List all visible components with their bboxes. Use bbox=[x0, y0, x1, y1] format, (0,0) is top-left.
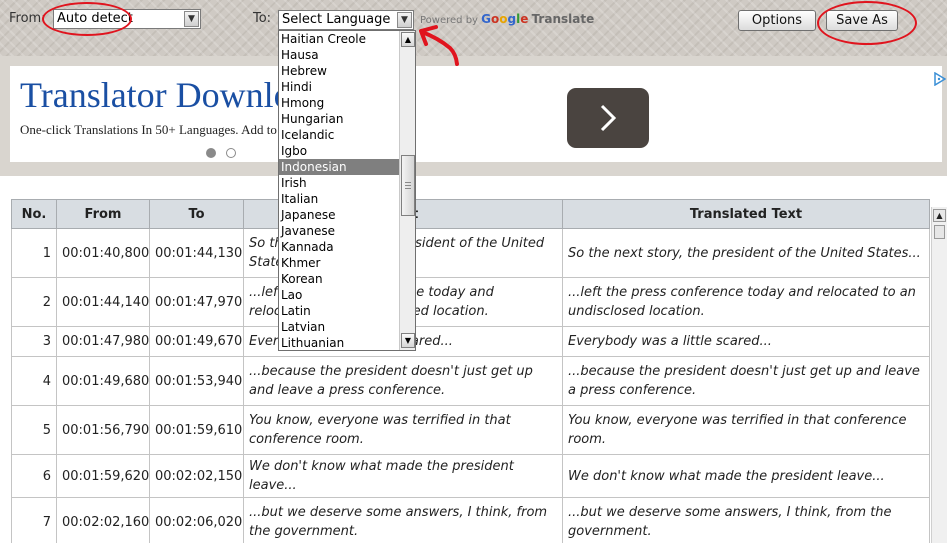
arrow-up-icon[interactable]: ▲ bbox=[401, 32, 415, 47]
cell-no: 4 bbox=[11, 356, 57, 406]
table-row[interactable]: 5 00:01:56,790 00:01:59,610 You know, ev… bbox=[11, 405, 930, 455]
cell-translated-text[interactable]: Everybody was a little scared... bbox=[562, 326, 930, 357]
cell-from[interactable]: 00:02:02,160 bbox=[56, 497, 150, 543]
language-option[interactable]: Icelandic bbox=[279, 127, 399, 143]
table-row[interactable]: 7 00:02:02,160 00:02:06,020 ...but we de… bbox=[11, 497, 930, 543]
ad-title[interactable]: Translator Download bbox=[20, 74, 282, 116]
chevron-right-icon[interactable] bbox=[567, 88, 649, 148]
language-option[interactable]: Hungarian bbox=[279, 111, 399, 127]
language-dropdown-list[interactable]: Haitian Creole Hausa Hebrew Hindi Hmong … bbox=[278, 30, 416, 351]
from-label: From: bbox=[9, 11, 46, 26]
cell-no: 6 bbox=[11, 454, 57, 498]
language-option[interactable]: Hausa bbox=[279, 47, 399, 63]
cell-to[interactable]: 00:01:49,670 bbox=[149, 326, 244, 357]
language-option[interactable]: Latin bbox=[279, 303, 399, 319]
table-row[interactable]: 6 00:01:59,620 00:02:02,150 We don't kno… bbox=[11, 454, 930, 498]
ad-banner[interactable]: Translator Download One-click Translatio… bbox=[10, 66, 947, 162]
cell-from[interactable]: 00:01:47,980 bbox=[56, 326, 150, 357]
cell-text[interactable]: We don't know what made the president le… bbox=[243, 454, 563, 498]
to-label: To: bbox=[253, 11, 272, 26]
dropdown-scrollbar[interactable]: ▲ ▼ bbox=[399, 31, 415, 350]
cell-to[interactable]: 00:01:53,940 bbox=[149, 356, 244, 406]
annotation-arrow-icon bbox=[419, 25, 459, 66]
chevron-down-icon[interactable]: ▼ bbox=[397, 12, 412, 28]
cell-to[interactable]: 00:02:02,150 bbox=[149, 454, 244, 498]
cell-translated-text[interactable]: ...but we deserve some answers, I think,… bbox=[562, 497, 930, 543]
language-option[interactable]: Khmer bbox=[279, 255, 399, 271]
language-option-selected[interactable]: Indonesian bbox=[279, 159, 399, 175]
language-option[interactable]: Japanese bbox=[279, 207, 399, 223]
header-from[interactable]: From bbox=[56, 199, 150, 229]
subtitle-table-panel: No. From To Text Translated Text 1 00:01… bbox=[0, 176, 947, 543]
table-header-row: No. From To Text Translated Text bbox=[11, 199, 930, 229]
to-language-select[interactable]: Select Language ▼ bbox=[278, 10, 414, 30]
cell-no: 3 bbox=[11, 326, 57, 357]
cell-text[interactable]: You know, everyone was terrified in that… bbox=[243, 405, 563, 455]
language-option[interactable]: Haitian Creole bbox=[279, 31, 399, 47]
cell-no: 1 bbox=[11, 228, 57, 278]
cell-no: 5 bbox=[11, 405, 57, 455]
cell-text[interactable]: ...but we deserve some answers, I think,… bbox=[243, 497, 563, 543]
cell-no: 2 bbox=[11, 277, 57, 327]
cell-to[interactable]: 00:01:44,130 bbox=[149, 228, 244, 278]
cell-translated-text[interactable]: We don't know what made the president le… bbox=[562, 454, 930, 498]
language-option[interactable]: Korean bbox=[279, 271, 399, 287]
cell-from[interactable]: 00:01:56,790 bbox=[56, 405, 150, 455]
annotation-circle-from bbox=[42, 2, 132, 36]
language-option[interactable]: Hebrew bbox=[279, 63, 399, 79]
table-row[interactable]: 2 00:01:44,140 00:01:47,970 ...left the … bbox=[11, 277, 930, 327]
cell-from[interactable]: 00:01:59,620 bbox=[56, 454, 150, 498]
chevron-down-icon[interactable]: ▼ bbox=[184, 11, 199, 27]
cell-translated-text[interactable]: You know, everyone was terrified in that… bbox=[562, 405, 930, 455]
cell-translated-text[interactable]: ...left the press conference today and r… bbox=[562, 277, 930, 327]
language-option[interactable]: Latvian bbox=[279, 319, 399, 335]
table-row[interactable]: 4 00:01:49,680 00:01:53,940 ...because t… bbox=[11, 356, 930, 406]
ad-choices-icon[interactable] bbox=[934, 71, 947, 89]
language-option[interactable]: Javanese bbox=[279, 223, 399, 239]
google-logo: Google bbox=[481, 12, 529, 26]
options-button[interactable]: Options bbox=[738, 10, 816, 31]
table-row[interactable]: 3 00:01:47,980 00:01:49,670 Everybody wa… bbox=[11, 326, 930, 357]
cell-from[interactable]: 00:01:44,140 bbox=[56, 277, 150, 327]
annotation-circle-save-as bbox=[817, 1, 917, 45]
cell-translated-text[interactable]: So the next story, the president of the … bbox=[562, 228, 930, 278]
header-no[interactable]: No. bbox=[11, 199, 57, 229]
cell-to[interactable]: 00:01:47,970 bbox=[149, 277, 244, 327]
language-option[interactable]: Irish bbox=[279, 175, 399, 191]
language-option[interactable]: Lao bbox=[279, 287, 399, 303]
cell-no: 7 bbox=[11, 497, 57, 543]
table-row[interactable]: 1 00:01:40,800 00:01:44,130 So the next … bbox=[11, 228, 930, 278]
to-language-value: Select Language bbox=[282, 12, 391, 27]
header-translated-text[interactable]: Translated Text bbox=[562, 199, 930, 229]
language-option[interactable]: Italian bbox=[279, 191, 399, 207]
cell-translated-text[interactable]: ...because the president doesn't just ge… bbox=[562, 356, 930, 406]
subtitle-table: No. From To Text Translated Text 1 00:01… bbox=[11, 199, 930, 543]
language-option[interactable]: Hmong bbox=[279, 95, 399, 111]
arrow-up-icon[interactable]: ▲ bbox=[933, 209, 946, 222]
table-scrollbar[interactable]: ▲ bbox=[931, 207, 947, 543]
language-option[interactable]: Lithuanian bbox=[279, 335, 399, 350]
language-option[interactable]: Hindi bbox=[279, 79, 399, 95]
language-option[interactable]: Kannada bbox=[279, 239, 399, 255]
arrow-down-icon[interactable]: ▼ bbox=[401, 333, 415, 348]
cell-from[interactable]: 00:01:49,680 bbox=[56, 356, 150, 406]
cell-text[interactable]: ...because the president doesn't just ge… bbox=[243, 356, 563, 406]
cell-to[interactable]: 00:01:59,610 bbox=[149, 405, 244, 455]
scrollbar-thumb[interactable] bbox=[934, 225, 945, 239]
cell-to[interactable]: 00:02:06,020 bbox=[149, 497, 244, 543]
carousel-dot[interactable] bbox=[226, 148, 236, 158]
cell-from[interactable]: 00:01:40,800 bbox=[56, 228, 150, 278]
language-option[interactable]: Igbo bbox=[279, 143, 399, 159]
ad-subtitle: One-click Translations In 50+ Languages.… bbox=[20, 122, 300, 137]
carousel-dot-active[interactable] bbox=[206, 148, 216, 158]
dropdown-scrollbar-thumb[interactable] bbox=[401, 155, 415, 216]
toolbar: From: Auto detect ▼ To: Select Language … bbox=[0, 0, 947, 66]
translate-word: Translate bbox=[531, 12, 595, 26]
header-to[interactable]: To bbox=[149, 199, 244, 229]
